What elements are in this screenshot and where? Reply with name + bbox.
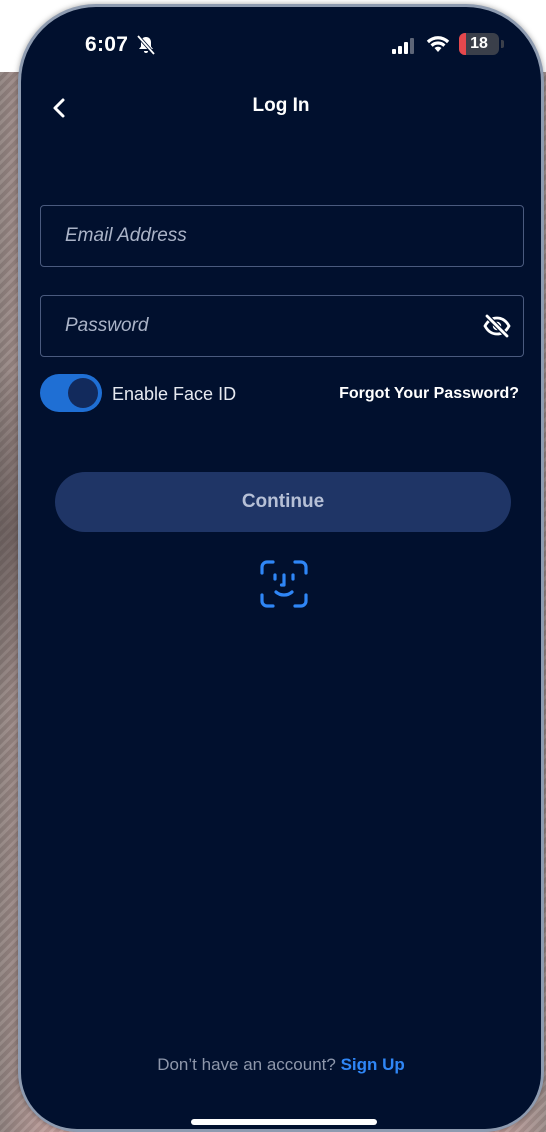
wifi-icon (426, 36, 450, 52)
sign-up-link[interactable]: Sign Up (341, 1055, 405, 1074)
phone-frame: 6:07 18 Log In Email Address Enable Face… (18, 4, 544, 1132)
face-id-toggle[interactable] (40, 374, 102, 412)
battery-cap (501, 40, 504, 48)
status-time: 6:07 (85, 33, 129, 56)
eye-off-icon[interactable] (483, 313, 511, 339)
chevron-left-icon (53, 98, 65, 118)
signup-prompt: Don’t have an account? Sign Up (21, 1055, 541, 1075)
home-indicator[interactable] (191, 1119, 377, 1125)
signup-prompt-text: Don’t have an account? (157, 1055, 341, 1074)
battery-indicator: 18 (459, 33, 499, 55)
email-input[interactable] (41, 206, 523, 266)
forgot-password-link[interactable]: Forgot Your Password? (339, 385, 519, 403)
face-id-toggle-label: Enable Face ID (112, 384, 237, 404)
password-input[interactable] (41, 296, 523, 356)
signal-icon (392, 38, 414, 54)
battery-level: 18 (470, 35, 488, 52)
bell-muted-icon (136, 34, 156, 56)
toggle-knob (68, 378, 98, 408)
continue-button[interactable]: Continue (55, 472, 511, 532)
back-button[interactable] (47, 95, 73, 121)
email-field (40, 205, 524, 267)
page-title: Log In (252, 95, 310, 116)
face-id-icon[interactable] (259, 559, 309, 609)
app-screen: 6:07 18 Log In Email Address Enable Face… (21, 7, 541, 1129)
password-field (40, 295, 524, 357)
